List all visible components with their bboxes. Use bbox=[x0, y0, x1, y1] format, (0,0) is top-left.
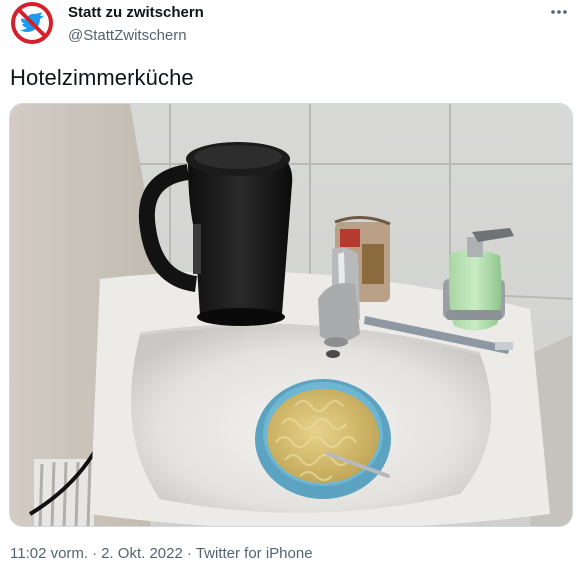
tweet-time-link[interactable]: 11:02 vorm. bbox=[10, 545, 88, 562]
author-block: Statt zu zwitschern @StattZwitschern bbox=[68, 4, 204, 45]
avatar[interactable] bbox=[10, 1, 54, 45]
tweet-source-link[interactable]: Twitter for iPhone bbox=[196, 545, 313, 562]
tweet-meta: 11:02 vorm. · 2. Okt. 2022 · Twitter for iPh… bbox=[10, 545, 313, 563]
crossed-out-bird-icon bbox=[10, 1, 54, 45]
meta-separator: · bbox=[186, 545, 192, 562]
tweet-photo[interactable] bbox=[9, 103, 573, 527]
tweet-text: Hotelzimmerküche bbox=[10, 65, 194, 90]
author-display-name[interactable]: Statt zu zwitschern bbox=[68, 4, 204, 22]
tweet-card: Statt zu zwitschern @StattZwitschern Hot… bbox=[0, 0, 580, 571]
meta-separator: · bbox=[92, 545, 98, 562]
more-options-button[interactable] bbox=[548, 3, 570, 21]
hotel-sink-photo bbox=[10, 104, 572, 526]
tweet-date-link[interactable]: 2. Okt. 2022 bbox=[101, 545, 183, 562]
more-options-icon bbox=[551, 10, 567, 14]
author-handle[interactable]: @StattZwitschern bbox=[68, 27, 204, 45]
